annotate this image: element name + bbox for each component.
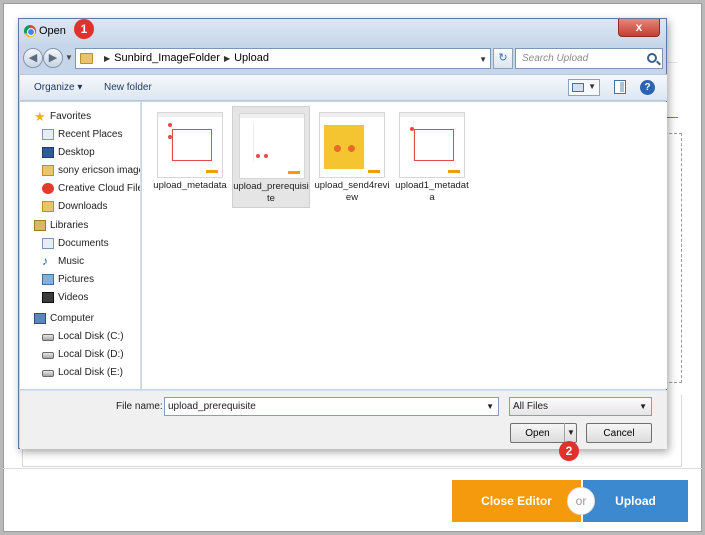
help-icon[interactable]: ? [640,80,655,95]
file-name-label: upload_prerequisite [233,181,309,204]
file-list-pane: upload_metadata upload_prerequisite uplo… [142,102,667,389]
file-name-label: upload1_metadata [395,180,469,203]
open-file-dialog: Open x ◀ ▶ ▼ ▶ Sunbird_ImageFolder ▶ Upload… [18,18,667,449]
breadcrumb-separator-icon: ▶ [223,54,231,63]
file-name-value: upload_prerequisite [168,401,256,412]
file-type-select[interactable]: All Files ▼ [509,397,652,416]
refresh-icon[interactable]: ↻ [493,48,513,69]
image-thumbnail [319,112,385,178]
view-icon [572,83,584,92]
star-icon: ★ [34,109,46,124]
hard-disk-icon [42,352,54,359]
cancel-button[interactable]: Cancel [586,423,652,443]
desktop-icon [42,147,54,158]
address-dropdown-icon[interactable]: ▼ [479,55,487,64]
file-name-field-label: File name: [116,401,163,412]
breadcrumb-item[interactable]: Sunbird_ImageFolder [114,52,220,64]
dialog-nav-row: ◀ ▶ ▼ ▶ Sunbird_ImageFolder ▶ Upload ▼ ↻ Se… [19,45,666,71]
close-editor-button[interactable]: Close Editor [452,480,581,522]
new-folder-button[interactable]: New folder [104,82,152,93]
libraries-icon [34,220,46,231]
step-badge-2: 2 [559,441,579,461]
breadcrumb-separator-icon: ▶ [104,54,111,63]
image-thumbnail [399,112,465,178]
creative-cloud-icon [42,183,54,194]
file-name-label: upload_send4review [314,180,390,203]
music-icon: ♪ [42,254,48,268]
forward-arrow-icon[interactable]: ▶ [43,48,63,68]
file-item-upload-send4review[interactable]: upload_send4review [313,106,391,208]
file-item-upload1-metadata[interactable]: upload1_metadata [393,106,471,208]
chevron-down-icon[interactable]: ▼ [486,402,494,411]
or-separator: or [567,487,595,515]
search-input[interactable]: Search Upload [515,48,663,69]
organize-menu[interactable]: Organize ▾ [34,82,82,93]
step-badge-1: 1 [74,19,94,39]
chrome-icon [24,25,36,37]
chevron-down-icon: ▼ [639,402,647,411]
hard-disk-icon [42,334,54,341]
change-view-button[interactable]: ▼ [568,79,600,96]
image-thumbnail [157,112,223,178]
dialog-title: Open [39,25,66,37]
file-name-field[interactable]: upload_prerequisite ▼ [164,397,499,416]
navigation-pane: ★ Favorites Recent Places Desktop sony er… [20,102,141,389]
documents-icon [42,238,54,249]
search-icon[interactable] [647,53,657,63]
downloads-icon [42,201,54,212]
folder-icon [42,165,54,176]
breadcrumb-item[interactable]: Upload [234,52,269,64]
image-thumbnail [239,113,305,179]
file-type-value: All Files [513,401,549,412]
dialog-titlebar[interactable]: Open x [19,19,666,44]
recent-places-icon [42,129,54,140]
footer-divider [3,468,702,469]
chevron-down-icon: ▼ [588,82,596,91]
address-bar[interactable]: ▶ Sunbird_ImageFolder ▶ Upload ▼ [75,48,491,69]
computer-icon [34,313,46,324]
dialog-toolbar: Organize ▾ New folder ▼ ? [20,74,667,101]
open-options-chevron-icon[interactable]: ▼ [564,423,577,443]
videos-icon [42,292,54,303]
search-placeholder: Search Upload [522,53,589,64]
close-icon[interactable]: x [618,19,660,37]
back-arrow-icon[interactable]: ◀ [23,48,43,68]
file-name-label: upload_metadata [153,180,227,191]
pictures-icon [42,274,54,285]
breadcrumb: ▶ Sunbird_ImageFolder ▶ Upload [100,52,269,64]
upload-button[interactable]: Upload [583,480,688,522]
history-chevron-icon[interactable]: ▼ [65,53,73,62]
file-item-upload-metadata[interactable]: upload_metadata [151,106,229,208]
folder-icon [80,53,93,64]
preview-pane-icon[interactable] [614,80,626,94]
hard-disk-icon [42,370,54,377]
file-item-upload-prerequisite[interactable]: upload_prerequisite [232,106,310,208]
